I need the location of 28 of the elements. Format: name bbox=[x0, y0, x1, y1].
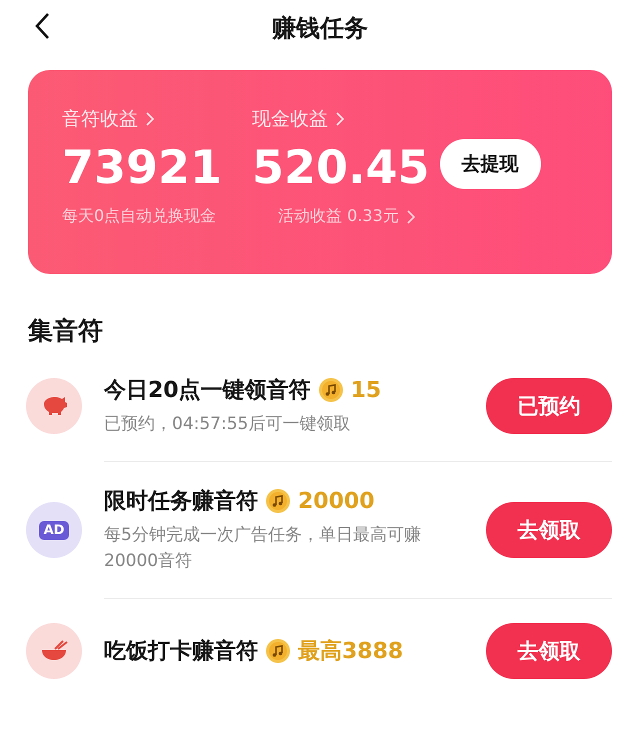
chevron-icon bbox=[406, 210, 415, 224]
section-title: 集音符 bbox=[28, 315, 104, 347]
notes-earnings-label[interactable]: 音符收益 bbox=[62, 106, 138, 132]
task-button[interactable]: 去领取 bbox=[486, 623, 612, 679]
task-description: 每5分钟完成一次广告任务，单日最高可赚20000音符 bbox=[104, 524, 422, 573]
back-icon[interactable] bbox=[34, 12, 50, 40]
task-description: 已预约，04:57:55后可一键领取 bbox=[104, 413, 352, 436]
note-coin-icon bbox=[266, 639, 290, 663]
reward-amount: 15 bbox=[350, 378, 382, 402]
note-coin-icon bbox=[266, 489, 290, 513]
ad-icon: AD bbox=[26, 502, 82, 558]
chevron-icon bbox=[146, 112, 154, 126]
chevron-icon bbox=[336, 112, 344, 126]
task-title: 吃饭打卡赚音符 bbox=[104, 638, 258, 666]
note-coin-icon bbox=[318, 378, 343, 402]
task-button[interactable]: 已预约 bbox=[486, 378, 612, 434]
cash-earnings-label[interactable]: 现金收益 bbox=[252, 106, 328, 132]
activity-earnings-link[interactable]: 活动收益 0.33元 bbox=[278, 206, 399, 227]
notes-earnings-value: 73921 bbox=[62, 139, 222, 196]
reward-amount: 最高3888 bbox=[298, 638, 404, 666]
exchange-caption: 每天0点自动兑换现金 bbox=[62, 206, 216, 227]
task-title: 今日20点一键领音符 bbox=[104, 376, 311, 405]
task-button[interactable]: 去领取 bbox=[486, 502, 612, 558]
cash-earnings-value: 520.45 bbox=[252, 139, 430, 196]
task-title: 限时任务赚音符 bbox=[104, 488, 258, 516]
page-title: 赚钱任务 bbox=[272, 13, 368, 44]
reward-amount: 20000 bbox=[298, 488, 375, 514]
withdraw-button[interactable]: 去提现 bbox=[440, 139, 541, 189]
